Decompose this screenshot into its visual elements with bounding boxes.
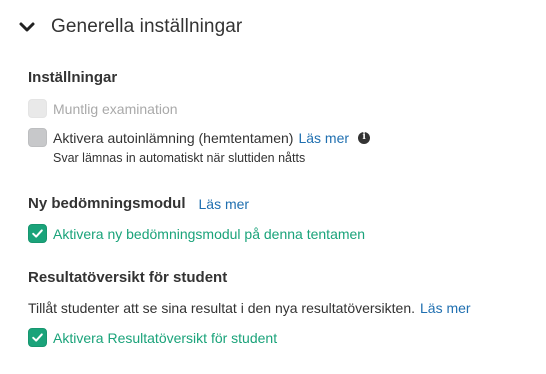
result-overview-row: Aktivera Resultatöversikt för student <box>28 328 277 347</box>
auto-submit-row: Aktivera autoinlämning (hemtentamen) Läs… <box>28 128 371 147</box>
result-overview-description: Tillåt studenter att se sina resultat i … <box>28 300 416 316</box>
auto-submit-read-more-link[interactable]: Läs mer <box>298 130 349 146</box>
grading-module-row: Aktivera ny bedömningsmodul på denna ten… <box>28 224 365 243</box>
oral-exam-label: Muntlig examination <box>53 100 178 117</box>
oral-exam-checkbox <box>28 99 47 118</box>
oral-exam-row: Muntlig examination <box>28 99 178 118</box>
settings-heading: Inställningar <box>28 69 118 86</box>
result-overview-description-row: Tillåt studenter att se sina resultat i … <box>28 300 471 316</box>
auto-submit-checkbox[interactable] <box>28 128 47 147</box>
section-title: Generella inställningar <box>51 16 243 37</box>
section-header-toggle[interactable]: Generella inställningar <box>18 14 242 40</box>
auto-submit-label[interactable]: Aktivera autoinlämning (hemtentamen) <box>53 130 293 146</box>
grading-module-heading: Ny bedömningsmodul <box>28 195 186 212</box>
result-overview-heading: Resultatöversikt för student <box>28 269 228 286</box>
info-icon[interactable]: i <box>358 131 371 144</box>
grading-module-label[interactable]: Aktivera ny bedömningsmodul på denna ten… <box>53 226 365 242</box>
grading-module-checkbox[interactable] <box>28 224 47 243</box>
checkmark-icon <box>32 229 43 238</box>
chevron-down-icon <box>18 18 36 36</box>
result-overview-label[interactable]: Aktivera Resultatöversikt för student <box>53 330 277 346</box>
grading-module-read-more-link[interactable]: Läs mer <box>199 196 250 212</box>
auto-submit-description: Svar lämnas in automatiskt när sluttiden… <box>53 151 306 165</box>
result-overview-read-more-link[interactable]: Läs mer <box>420 300 471 316</box>
grading-module-heading-row: Ny bedömningsmodul Läs mer <box>28 195 249 212</box>
result-overview-checkbox[interactable] <box>28 328 47 347</box>
checkmark-icon <box>32 333 43 342</box>
